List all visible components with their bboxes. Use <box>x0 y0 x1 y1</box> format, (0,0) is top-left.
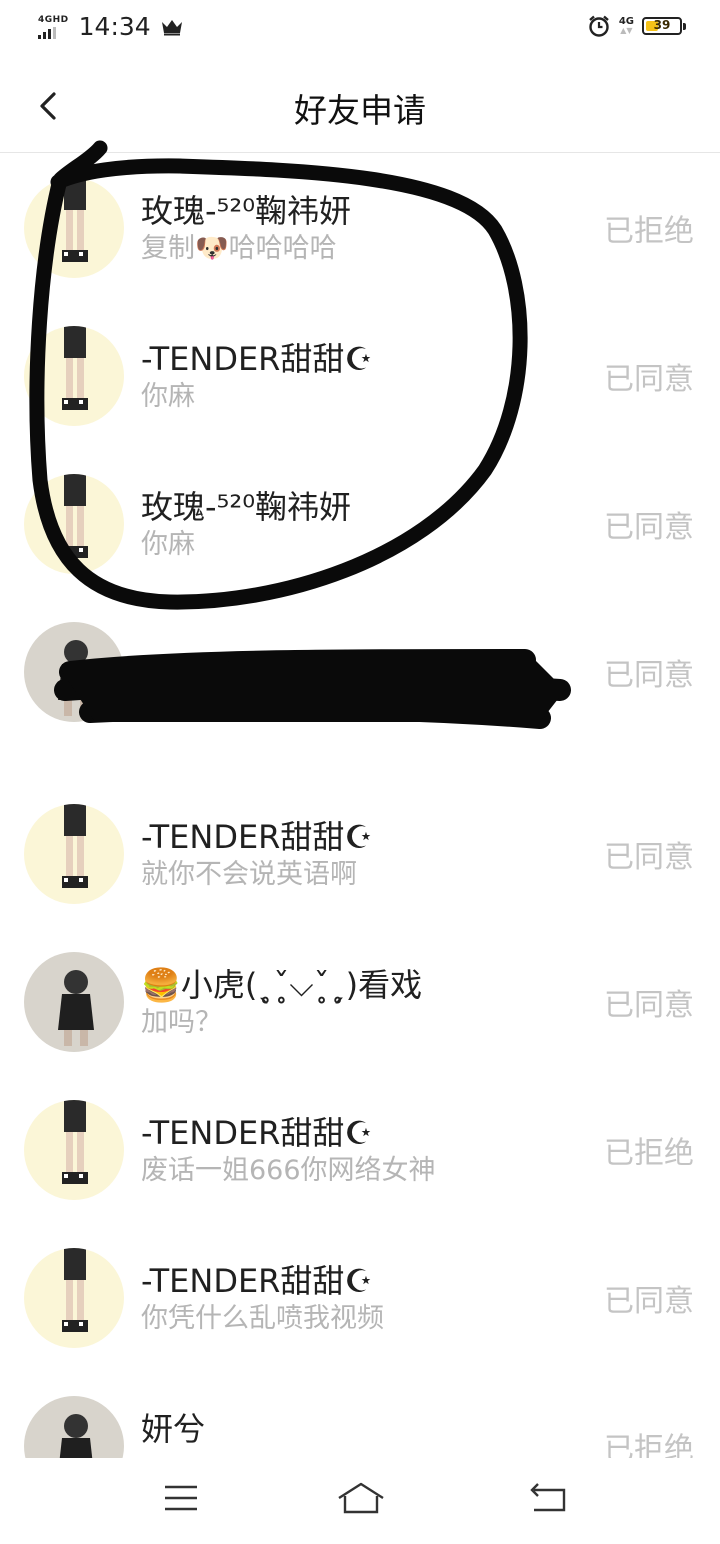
request-message: 你麻 <box>141 381 195 412</box>
clock-time: 14:34 <box>78 12 151 41</box>
request-status: 已同意 <box>604 362 694 397</box>
request-message: 废话一姐666你网络女神 <box>141 1155 436 1186</box>
request-message: 加吗？ <box>141 1007 222 1038</box>
friend-request-list[interactable]: 玫瑰-⁵²⁰鞠祎妍 复制🐶哈哈哈哈 已拒绝 -TENDER甜甜☪ 你麻 已同意 玫瑰-⁵²⁰… <box>0 152 720 1458</box>
home-button[interactable] <box>336 1478 386 1518</box>
home-icon <box>338 1482 384 1514</box>
friend-request-row[interactable]: -TENDER甜甜☪ 你麻 已同意 <box>0 300 720 448</box>
avatar[interactable] <box>24 1100 124 1200</box>
friend-request-row[interactable]: 玫瑰-⁵²⁰鞠祎妍 复制🐶哈哈哈哈 已拒绝 <box>0 152 720 300</box>
avatar[interactable] <box>24 952 124 1052</box>
network-label: 4GHD <box>38 14 69 25</box>
request-status: 已同意 <box>604 988 694 1023</box>
requester-name: -TENDER甜甜☪ <box>141 1262 374 1300</box>
menu-button[interactable] <box>156 1478 206 1518</box>
request-status: 已同意 <box>604 510 694 545</box>
app-header: 好友申请 <box>0 58 720 153</box>
friend-request-row[interactable]: 吗？ 已同意 <box>0 596 720 778</box>
requester-name: 玫瑰-⁵²⁰鞠祎妍 <box>141 192 352 230</box>
request-message: 复制🐶哈哈哈哈 <box>141 233 337 264</box>
avatar[interactable] <box>24 474 124 574</box>
avatar[interactable] <box>24 622 124 722</box>
return-icon <box>530 1483 566 1512</box>
requester-name: -TENDER甜甜☪ <box>141 1114 374 1152</box>
return-button[interactable] <box>524 1478 574 1518</box>
request-status: 已拒绝 <box>604 1432 694 1458</box>
request-status: 已拒绝 <box>604 214 694 249</box>
friend-request-row[interactable]: 🍔小虎(ˎ̥ˇ̥⌵ˇ̥ˏ̥)看戏 加吗？ 已同意 <box>0 926 720 1074</box>
friend-request-row[interactable]: -TENDER甜甜☪ 就你不会说英语啊 已同意 <box>0 778 720 926</box>
page-title: 好友申请 <box>294 91 426 130</box>
friend-request-row[interactable]: 妍兮已拒绝 <box>0 1370 720 1458</box>
avatar[interactable] <box>24 178 124 278</box>
network-4g-icon: 4G ▲▼ <box>618 16 634 35</box>
signal-icon: 4GHD <box>38 15 69 39</box>
request-status: 已同意 <box>604 658 694 693</box>
request-message: 就你不会说英语啊 <box>141 859 357 890</box>
friend-request-row[interactable]: 玫瑰-⁵²⁰鞠祎妍 你麻 已同意 <box>0 448 720 596</box>
status-left: 4GHD 14:34 <box>38 12 183 41</box>
request-message: 吗？ <box>141 693 195 724</box>
menu-icon <box>165 1485 197 1511</box>
request-status: 已同意 <box>604 840 694 875</box>
requester-name: 妍兮 <box>141 1410 206 1448</box>
request-status: 已拒绝 <box>604 1136 694 1171</box>
system-nav-bar <box>0 1458 720 1544</box>
friend-request-row[interactable]: -TENDER甜甜☪ 你凭什么乱喷我视频 已同意 <box>0 1222 720 1370</box>
avatar[interactable] <box>24 1396 124 1458</box>
request-message: 你麻 <box>141 529 195 560</box>
status-right: 4G ▲▼ 39 <box>587 14 686 38</box>
request-message: 你凭什么乱喷我视频 <box>141 1303 384 1334</box>
avatar[interactable] <box>24 804 124 904</box>
battery-level: 39 <box>653 18 671 32</box>
alarm-icon <box>589 15 609 37</box>
requester-name: -TENDER甜甜☪ <box>141 818 374 856</box>
avatar[interactable] <box>24 1248 124 1348</box>
crown-icon <box>161 19 182 35</box>
avatar[interactable] <box>24 326 124 426</box>
battery-icon: 39 <box>642 17 686 35</box>
requester-name: 玫瑰-⁵²⁰鞠祎妍 <box>141 488 352 526</box>
friend-request-row[interactable]: -TENDER甜甜☪ 废话一姐666你网络女神 已拒绝 <box>0 1074 720 1222</box>
requester-name: -TENDER甜甜☪ <box>141 340 374 378</box>
request-status: 已同意 <box>604 1284 694 1319</box>
requester-name: 🍔小虎(ˎ̥ˇ̥⌵ˇ̥ˏ̥)看戏 <box>141 966 423 1004</box>
status-bar: 4GHD 14:34 4G ▲▼ 39 <box>0 0 720 58</box>
